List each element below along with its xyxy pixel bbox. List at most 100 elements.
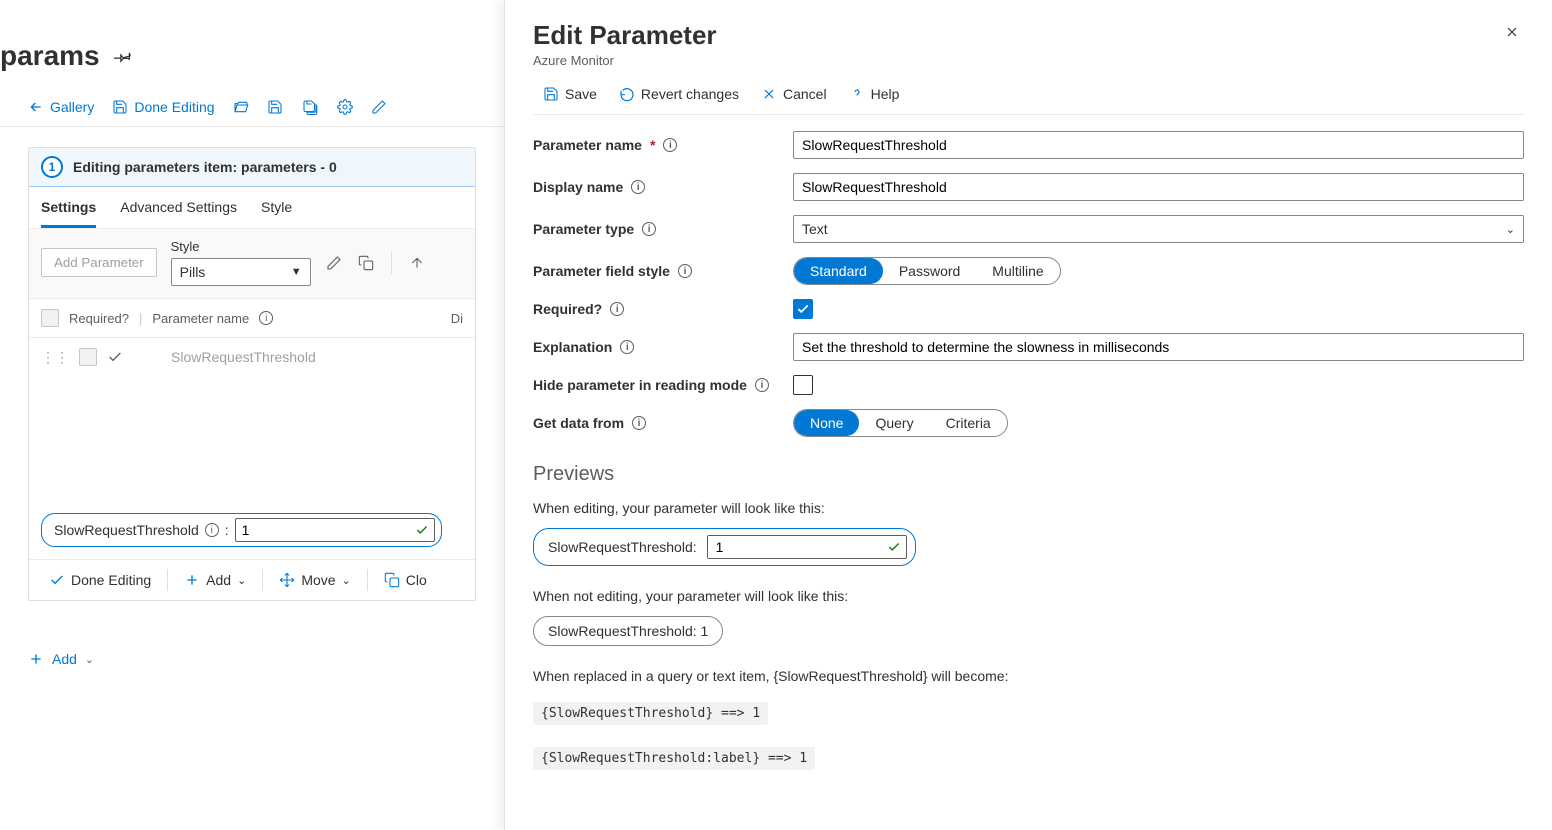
get-data-criteria[interactable]: Criteria xyxy=(930,410,1007,436)
done-editing-button[interactable]: Done Editing xyxy=(112,99,214,115)
info-icon[interactable]: i xyxy=(631,180,645,194)
clone-footer-button[interactable]: Clo xyxy=(376,568,435,592)
field-style-password[interactable]: Password xyxy=(883,258,976,284)
save-button[interactable]: Save xyxy=(543,86,597,102)
info-icon[interactable]: i xyxy=(620,340,634,354)
preview-pill-input[interactable] xyxy=(707,535,907,559)
col-required: Required? xyxy=(69,311,129,326)
explanation-input[interactable] xyxy=(793,333,1524,361)
param-type-select[interactable]: Text ⌄ xyxy=(793,215,1524,243)
add-label: Add xyxy=(206,572,231,588)
chevron-down-icon: ⌄ xyxy=(237,574,246,587)
info-icon[interactable]: i xyxy=(663,138,677,152)
param-name-label: Parameter name xyxy=(533,137,642,153)
get-data-none[interactable]: None xyxy=(794,410,859,436)
done-label: Done Editing xyxy=(71,572,151,588)
col-param-name: Parameter name xyxy=(152,311,249,326)
info-icon[interactable]: i xyxy=(632,416,646,430)
undo-icon xyxy=(619,86,635,102)
card-header-title: Editing parameters item: parameters - 0 xyxy=(73,159,337,175)
panel-title: Edit Parameter xyxy=(533,20,717,51)
arrow-up-icon[interactable] xyxy=(408,254,426,272)
save-as-icon[interactable] xyxy=(301,98,319,116)
required-label: Required? xyxy=(533,301,602,317)
row-param-name: SlowRequestThreshold xyxy=(171,349,316,365)
close-icon xyxy=(761,86,777,102)
edit-icon[interactable] xyxy=(325,254,343,272)
info-icon[interactable]: i xyxy=(755,378,769,392)
card-tabs: Settings Advanced Settings Style xyxy=(29,187,475,228)
code-preview-1: {SlowRequestThreshold} ==> 1 xyxy=(533,702,768,725)
explanation-label: Explanation xyxy=(533,339,612,355)
cancel-label: Cancel xyxy=(783,86,827,102)
pin-icon[interactable] xyxy=(114,47,132,65)
help-button[interactable]: Help xyxy=(849,86,900,102)
add-bottom-button[interactable]: Add ⌄ xyxy=(28,651,504,667)
required-checkbox[interactable] xyxy=(793,299,813,319)
chevron-down-icon: ⌄ xyxy=(1506,223,1515,236)
preview-not-editing-text: When not editing, your parameter will lo… xyxy=(533,588,1524,604)
plus-icon xyxy=(184,572,200,588)
close-button[interactable] xyxy=(1500,20,1524,44)
add-bottom-label: Add xyxy=(52,651,77,667)
param-name-input[interactable] xyxy=(793,131,1524,159)
style-label: Style xyxy=(171,239,311,254)
save-disk-icon[interactable] xyxy=(267,99,283,115)
param-type-label: Parameter type xyxy=(533,221,634,237)
style-select[interactable]: Pills ▼ xyxy=(171,258,311,286)
drag-handle-icon[interactable]: ⋮⋮ xyxy=(41,349,69,366)
parameter-pill[interactable]: SlowRequestThreshold i : xyxy=(41,513,442,547)
check-icon xyxy=(107,349,123,365)
hide-checkbox[interactable] xyxy=(793,375,813,395)
gallery-button[interactable]: Gallery xyxy=(28,99,94,115)
tab-settings[interactable]: Settings xyxy=(41,199,96,228)
clone-label: Clo xyxy=(406,572,427,588)
tab-advanced[interactable]: Advanced Settings xyxy=(120,199,237,228)
table-row[interactable]: ⋮⋮ SlowRequestThreshold xyxy=(29,338,475,376)
help-label: Help xyxy=(871,86,900,102)
preview-pill-label: SlowRequestThreshold: xyxy=(548,539,697,555)
display-name-input[interactable] xyxy=(793,173,1524,201)
code-preview-2: {SlowRequestThreshold:label} ==> 1 xyxy=(533,747,815,770)
open-icon[interactable] xyxy=(233,99,249,115)
select-all-checkbox[interactable] xyxy=(41,309,59,327)
valid-check-icon xyxy=(887,540,901,554)
field-style-multiline[interactable]: Multiline xyxy=(976,258,1059,284)
info-icon[interactable]: i xyxy=(678,264,692,278)
move-icon xyxy=(279,572,295,588)
done-editing-label: Done Editing xyxy=(134,99,214,115)
row-checkbox[interactable] xyxy=(79,348,97,366)
page-title: params xyxy=(0,40,100,72)
param-type-value: Text xyxy=(802,221,828,237)
get-data-query[interactable]: Query xyxy=(859,410,929,436)
style-select-value: Pills xyxy=(180,264,206,280)
cancel-button[interactable]: Cancel xyxy=(761,86,827,102)
pill-value-input[interactable] xyxy=(235,518,435,542)
chevron-down-icon: ⌄ xyxy=(342,574,351,587)
col-display: Di xyxy=(451,311,463,326)
required-asterisk: * xyxy=(650,137,655,153)
info-icon[interactable]: i xyxy=(259,311,273,325)
info-icon[interactable]: i xyxy=(642,222,656,236)
info-icon[interactable]: i xyxy=(205,523,219,537)
edit-pencil-icon[interactable] xyxy=(371,99,387,115)
field-style-standard[interactable]: Standard xyxy=(794,258,883,284)
chevron-down-icon: ▼ xyxy=(291,266,302,278)
info-icon[interactable]: i xyxy=(610,302,624,316)
card-header: 1 Editing parameters item: parameters - … xyxy=(29,148,475,187)
revert-button[interactable]: Revert changes xyxy=(619,86,739,102)
save-icon xyxy=(543,86,559,102)
add-parameter-button[interactable]: Add Parameter xyxy=(41,248,157,277)
valid-check-icon xyxy=(415,523,429,537)
tab-style[interactable]: Style xyxy=(261,199,292,228)
settings-gear-icon[interactable] xyxy=(337,99,353,115)
move-footer-button[interactable]: Move ⌄ xyxy=(271,568,358,592)
preview-pill-editing: SlowRequestThreshold: xyxy=(533,528,916,566)
done-editing-footer-button[interactable]: Done Editing xyxy=(41,568,159,592)
save-icon xyxy=(112,99,128,115)
panel-subtitle: Azure Monitor xyxy=(533,53,717,68)
copy-icon[interactable] xyxy=(357,254,375,272)
display-name-label: Display name xyxy=(533,179,623,195)
preview-editing-text: When editing, your parameter will look l… xyxy=(533,500,1524,516)
add-footer-button[interactable]: Add ⌄ xyxy=(176,568,254,592)
